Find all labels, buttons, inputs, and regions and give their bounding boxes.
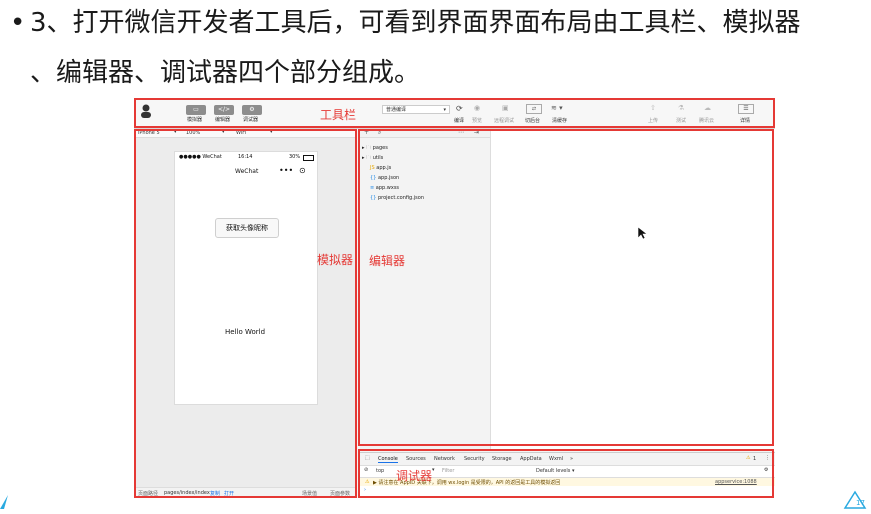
editor-annotation: 编辑器	[369, 254, 406, 268]
simulator-highlight-box	[134, 129, 357, 498]
heading-line-1: 3、打开微信开发者工具后，可看到界面界面布局由工具栏、模拟器	[30, 8, 801, 38]
devtools-screenshot: ▭ 模拟器 </> 编辑器 ⚙ 调试器 普通编译 ▾ ⟳ 编译 ◉ 预览 ▣ 远…	[134, 98, 775, 498]
editor-highlight-box	[358, 129, 774, 446]
debugger-annotation: 调试器	[396, 469, 433, 483]
simulator-annotation: 模拟器	[317, 253, 354, 267]
heading-line-2: 、编辑器、调试器四个部分组成。	[30, 58, 421, 88]
corner-decoration-left	[0, 494, 8, 509]
toolbar-annotation: 工具栏	[320, 108, 357, 122]
page-number-badge: 17	[843, 490, 867, 510]
bullet: •	[10, 8, 26, 38]
toolbar-highlight-box	[134, 98, 775, 128]
page-number: 17	[856, 499, 865, 507]
